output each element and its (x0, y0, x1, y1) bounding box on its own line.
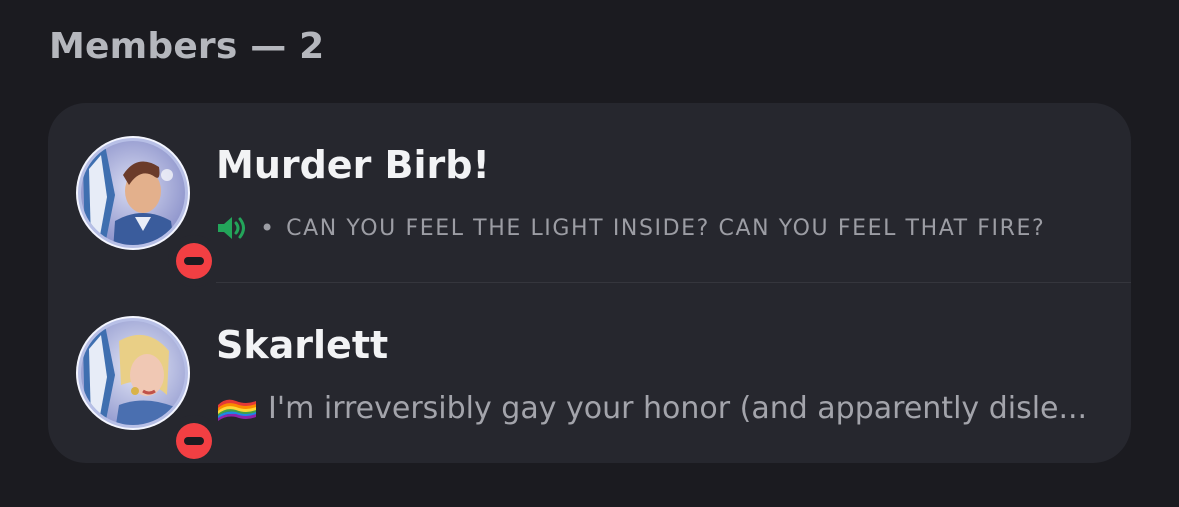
avatar[interactable] (75, 135, 220, 287)
member-name: Murder Birb! (216, 143, 490, 187)
member-status-line: I'm irreversibly gay your honor (and app… (216, 390, 1088, 426)
member-status-text: CAN YOU FEEL THE LIGHT INSIDE? CAN YOU F… (286, 215, 1046, 241)
member-row-murder-birb[interactable]: Murder Birb! • CAN YOU FEEL THE LIGHT IN… (48, 103, 1131, 287)
member-row-skarlett[interactable]: Skarlett I'm irreversibly gay your honor… (48, 283, 1131, 463)
dnd-status-icon (176, 423, 212, 459)
dnd-status-badge (168, 235, 220, 287)
members-list: Murder Birb! • CAN YOU FEEL THE LIGHT IN… (48, 103, 1131, 463)
dnd-status-badge (168, 415, 220, 463)
separator-dot: • (260, 214, 275, 242)
member-status-line: • CAN YOU FEEL THE LIGHT INSIDE? CAN YOU… (216, 210, 1045, 246)
dnd-status-icon (176, 243, 212, 279)
member-name: Skarlett (216, 323, 389, 367)
avatar[interactable] (75, 315, 220, 463)
rainbow-flag-icon (218, 399, 256, 421)
avatar-image (76, 136, 190, 250)
member-status-text: I'm irreversibly gay your honor (and app… (268, 390, 1088, 426)
speaker-icon (218, 217, 245, 239)
avatar-image (76, 316, 190, 430)
members-section-header: Members — 2 (49, 26, 325, 67)
